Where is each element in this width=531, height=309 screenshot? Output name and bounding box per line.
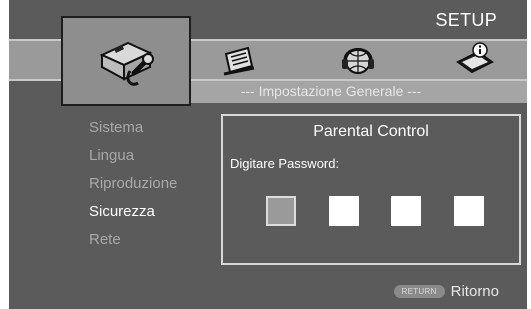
password-digit-2[interactable] [329, 196, 359, 226]
password-digit-1[interactable] [266, 196, 296, 226]
settings-menu: Sistema Lingua Riproduzione Sicurezza Re… [89, 118, 177, 258]
toolbox-icon [99, 41, 154, 86]
return-key-badge[interactable]: RETURN [393, 285, 445, 298]
setup-panel: SETUP --- Impostazione Generale --- Sist… [9, 0, 527, 309]
dialog-title: Parental Control [313, 123, 429, 140]
menu-item-riproduzione[interactable]: Riproduzione [89, 174, 177, 202]
section-subtitle: --- Impostazione Generale --- [240, 83, 422, 99]
menu-item-rete[interactable]: Rete [89, 230, 177, 258]
password-digit-4[interactable] [454, 196, 484, 226]
globe-headphones-icon [342, 48, 374, 74]
tab-general-setup[interactable] [61, 16, 191, 106]
parental-control-dialog: Parental Control Digitare Password: [221, 114, 521, 265]
menu-item-sistema[interactable]: Sistema [89, 118, 177, 146]
footer-hint: RETURN Ritorno [393, 283, 499, 300]
menu-item-sicurezza[interactable]: Sicurezza [89, 202, 177, 230]
password-prompt: Digitare Password: [230, 156, 340, 171]
tab-language-setup[interactable] [339, 42, 377, 78]
return-label: Ritorno [450, 283, 499, 300]
tab-display-setup[interactable] [222, 44, 258, 78]
settings-screen-icon [223, 46, 255, 76]
setup-screen: SETUP --- Impostazione Generale --- Sist… [0, 0, 531, 309]
tab-information[interactable] [454, 40, 496, 78]
password-digit-3[interactable] [391, 196, 421, 226]
info-book-icon [456, 42, 494, 74]
page-title: SETUP [435, 10, 497, 30]
menu-item-lingua[interactable]: Lingua [89, 146, 177, 174]
